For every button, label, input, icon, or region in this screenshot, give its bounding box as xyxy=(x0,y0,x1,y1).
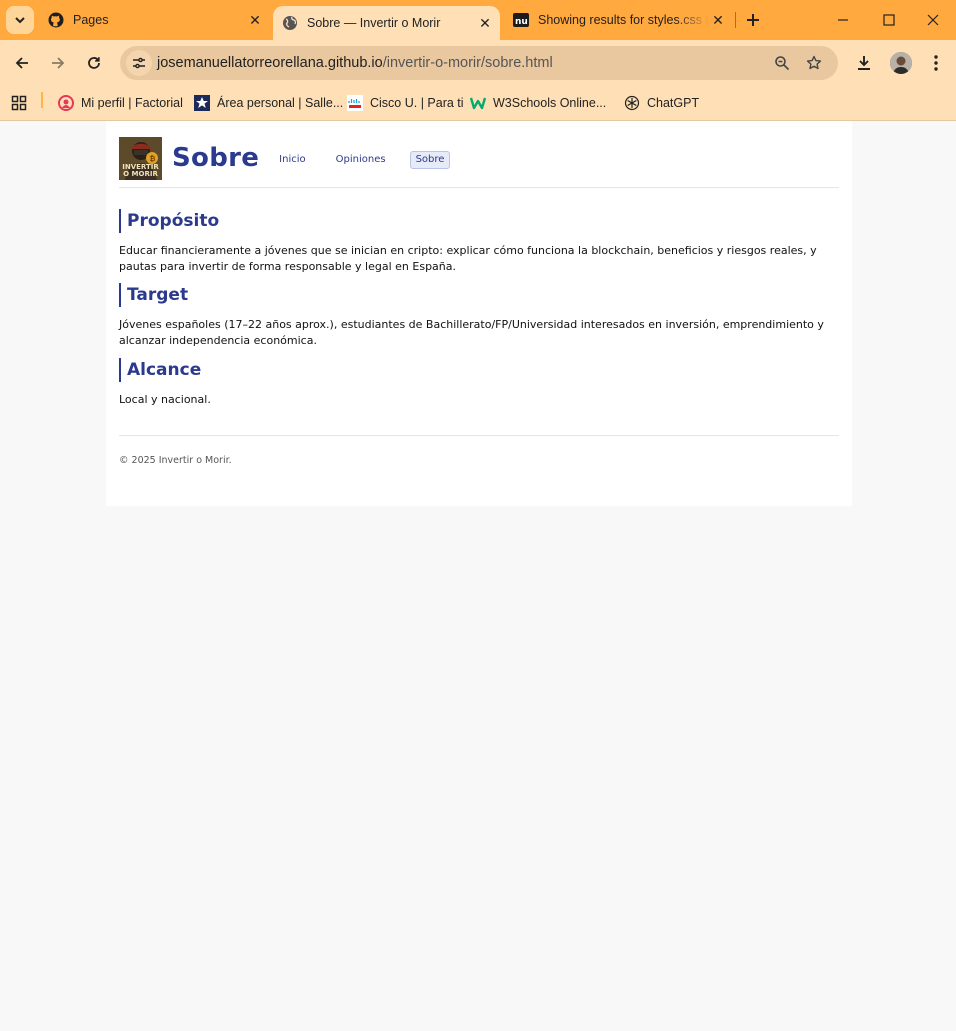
nav-link-sobre[interactable]: Sobre xyxy=(409,150,451,169)
tab-title: Showing results for styles.css ( xyxy=(538,13,709,27)
reload-icon xyxy=(88,57,100,69)
tab-title: Sobre — Invertir o Morir xyxy=(307,16,441,30)
site-logo[interactable]: ₿ INVERTIR O MORIR xyxy=(119,136,162,180)
bookmark-cisco[interactable]: Cisco U. | Para ti xyxy=(347,91,464,115)
apps-button[interactable] xyxy=(11,91,34,115)
tab-sobre[interactable]: Sobre — Invertir o Morir ✕ xyxy=(273,6,500,40)
cisco-icon xyxy=(347,95,363,111)
more-vert-icon xyxy=(934,55,938,71)
section-heading: Propósito xyxy=(119,209,839,233)
tab-pages[interactable]: Pages ✕ xyxy=(40,0,270,40)
globe-icon xyxy=(282,15,298,31)
bookmark-salle[interactable]: Área personal | Salle... xyxy=(194,91,343,115)
close-tab-icon[interactable]: ✕ xyxy=(476,14,494,32)
section-target: Target Jóvenes españoles (17–22 años apr… xyxy=(119,283,839,349)
bookmark-label: W3Schools Online... xyxy=(493,96,607,110)
download-icon xyxy=(858,56,870,70)
validator-icon: nu xyxy=(513,12,529,28)
close-tab-icon[interactable]: ✕ xyxy=(709,11,727,29)
w3schools-icon xyxy=(470,95,486,111)
minimize-button[interactable] xyxy=(820,0,866,40)
downloads-button[interactable] xyxy=(850,49,878,77)
section-heading: Target xyxy=(119,283,839,307)
svg-text:₿: ₿ xyxy=(150,155,156,163)
tab-search-button[interactable] xyxy=(6,6,34,34)
salle-icon xyxy=(194,95,210,111)
browser-toolbar: josemanuellatorreorellana.github.io/inve… xyxy=(0,40,956,86)
forward-button[interactable] xyxy=(44,49,72,77)
logo-text-line: O MORIR xyxy=(123,169,158,178)
arrow-left-icon xyxy=(15,57,28,69)
tab-separator xyxy=(735,12,736,28)
chevron-down-icon xyxy=(15,17,25,24)
maximize-icon xyxy=(883,14,895,26)
star-icon[interactable] xyxy=(804,53,824,73)
nav-link-inicio[interactable]: Inicio xyxy=(273,151,311,169)
bookmark-label: Mi perfil | Factorial xyxy=(81,96,183,110)
profile-avatar[interactable] xyxy=(890,52,912,74)
apps-grid-icon xyxy=(11,95,27,111)
site-info-button[interactable] xyxy=(126,50,152,76)
arrow-right-icon xyxy=(52,57,65,69)
bookmarks-bar: Mi perfil | Factorial Área personal | Sa… xyxy=(0,86,956,121)
section-alcance: Alcance Local y nacional. xyxy=(119,358,839,408)
url-host: josemanuellatorreorellana.github.io xyxy=(157,55,383,71)
tune-icon xyxy=(133,57,145,69)
bookmark-label: Área personal | Salle... xyxy=(217,96,344,110)
back-button[interactable] xyxy=(8,49,36,77)
copyright-text: © 2025 Invertir o Morir. xyxy=(119,455,232,466)
page-viewport: ₿ INVERTIR O MORIR Sobre Inicio Opinione… xyxy=(0,121,956,1031)
close-tab-icon[interactable]: ✕ xyxy=(246,11,264,29)
site-header: ₿ INVERTIR O MORIR Sobre Inicio Opinione… xyxy=(119,136,839,188)
section-text: Local y nacional. xyxy=(119,393,211,406)
bookmark-w3schools[interactable]: W3Schools Online... xyxy=(470,91,606,115)
tab-validator[interactable]: nu Showing results for styles.css ( ✕ xyxy=(505,0,733,40)
close-window-button[interactable] xyxy=(910,0,956,40)
url-path: /invertir-o-morir/sobre.html xyxy=(382,55,553,71)
bookmark-factorial[interactable]: Mi perfil | Factorial xyxy=(58,91,183,115)
section-text: Jóvenes españoles (17–22 años aprox.), e… xyxy=(119,318,824,347)
site-footer: © 2025 Invertir o Morir. xyxy=(119,435,839,466)
nav-link-opiniones[interactable]: Opiniones xyxy=(330,151,392,169)
section-heading: Alcance xyxy=(119,358,839,382)
maximize-button[interactable] xyxy=(866,0,912,40)
menu-button[interactable] xyxy=(922,49,950,77)
tab-strip: Pages ✕ Sobre — Invertir o Morir ✕ nu Sh… xyxy=(0,0,956,40)
minimize-icon xyxy=(838,19,848,21)
url-text[interactable]: josemanuellatorreorellana.github.io/inve… xyxy=(157,55,553,71)
new-tab-button[interactable] xyxy=(742,9,764,31)
bookmark-chatgpt[interactable]: ChatGPT xyxy=(624,91,699,115)
factorial-icon xyxy=(58,95,74,111)
tab-title: Pages xyxy=(73,13,109,27)
bookmark-label: Cisco U. | Para ti xyxy=(370,96,464,110)
reload-button[interactable] xyxy=(80,49,108,77)
page-title: Sobre xyxy=(172,143,260,173)
section-text: Educar financieramente a jóvenes que se … xyxy=(119,244,817,273)
chatgpt-icon xyxy=(624,95,640,111)
bookmarks-separator xyxy=(41,92,43,108)
close-icon xyxy=(927,14,939,26)
zoom-icon[interactable] xyxy=(772,53,792,73)
section-proposito: Propósito Educar financieramente a jóven… xyxy=(119,209,839,275)
plus-icon xyxy=(747,14,759,26)
github-icon xyxy=(48,12,64,28)
bookmark-label: ChatGPT xyxy=(647,96,700,110)
main-nav: Inicio Opiniones Sobre xyxy=(273,150,468,169)
page-container: ₿ INVERTIR O MORIR Sobre Inicio Opinione… xyxy=(106,121,852,506)
address-bar[interactable]: josemanuellatorreorellana.github.io/inve… xyxy=(120,46,838,80)
svg-text:nu: nu xyxy=(515,17,528,27)
